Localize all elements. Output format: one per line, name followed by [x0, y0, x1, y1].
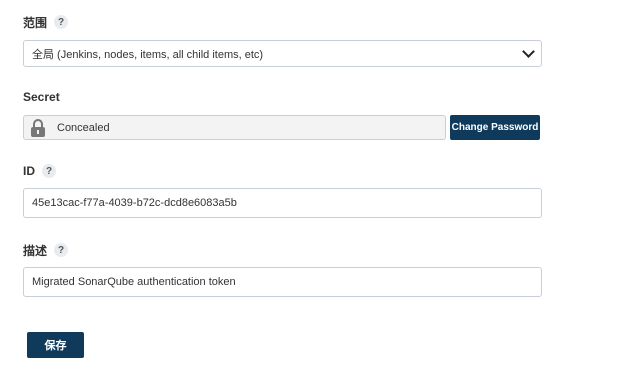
id-label: ID [23, 164, 35, 178]
description-help-icon[interactable]: ? [54, 243, 69, 257]
secret-label-row: Secret [23, 88, 60, 106]
id-input-value: 45e13cac-f77a-4039-b72c-dcd8e6083a5b [32, 197, 237, 209]
secret-label: Secret [23, 90, 60, 104]
id-help-icon[interactable]: ? [42, 164, 56, 178]
scope-help-icon[interactable]: ? [54, 15, 69, 29]
secret-concealed-field: Concealed [23, 115, 446, 140]
scope-label-row: 范围 ? [23, 13, 69, 31]
secret-concealed-text: Concealed [57, 121, 110, 134]
scope-select[interactable]: 全局 (Jenkins, nodes, items, all child ite… [23, 40, 542, 67]
description-input[interactable]: Migrated SonarQube authentication token [23, 267, 542, 297]
scope-selected-value: 全局 (Jenkins, nodes, items, all child ite… [32, 48, 264, 61]
id-label-row: ID ? [23, 162, 56, 180]
change-password-button[interactable]: Change Password [450, 115, 540, 140]
description-label-row: 描述 ? [23, 241, 69, 259]
description-input-value: Migrated SonarQube authentication token [32, 276, 236, 288]
chevron-down-icon [522, 45, 535, 58]
id-input[interactable]: 45e13cac-f77a-4039-b72c-dcd8e6083a5b [23, 188, 542, 218]
lock-icon [31, 118, 45, 137]
scope-label: 范围 [23, 15, 48, 30]
save-button[interactable]: 保存 [27, 332, 84, 358]
description-label: 描述 [23, 243, 48, 258]
